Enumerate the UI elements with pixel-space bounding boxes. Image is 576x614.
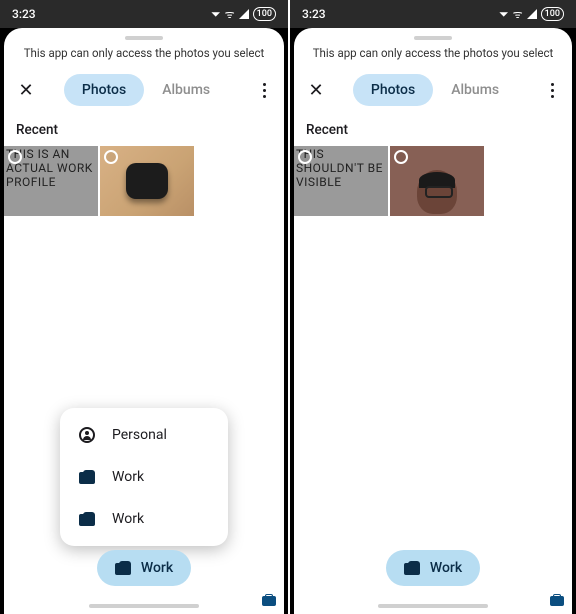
photo-grid: THIS SHOULDN'T BE VISIBLE <box>294 146 572 216</box>
battery-pill: 100 <box>253 7 276 21</box>
popup-label: Work <box>112 511 144 527</box>
drag-handle[interactable] <box>414 36 452 40</box>
picker-sheet: This app can only access the photos you … <box>4 28 284 614</box>
more-icon[interactable] <box>252 83 276 98</box>
photo-thumb[interactable]: THIS SHOULDN'T BE VISIBLE <box>294 146 388 216</box>
select-circle-icon[interactable] <box>394 150 408 164</box>
profile-switcher-popup: Personal Work Work <box>60 408 228 546</box>
section-recent: Recent <box>294 122 572 146</box>
popup-item-work[interactable]: Work <box>60 456 228 498</box>
popup-label: Work <box>112 469 144 485</box>
popup-item-personal[interactable]: Personal <box>60 414 228 456</box>
tab-photos[interactable]: Photos <box>64 74 144 106</box>
profile-chip-label: Work <box>141 560 173 576</box>
popup-item-work[interactable]: Work <box>60 498 228 540</box>
photo-grid: THIS IS AN ACTUAL WORK PROFILE <box>4 146 284 216</box>
headphone-icon: ⏷ <box>499 7 509 22</box>
selfie-face <box>417 170 457 214</box>
status-bar: 3:23 ⏷ ᯤ 100 <box>0 0 288 28</box>
earbuds-case <box>126 163 168 199</box>
signal-icon <box>527 9 537 19</box>
access-message: This app can only access the photos you … <box>294 46 572 74</box>
briefcase-icon <box>78 468 96 486</box>
signal-icon <box>239 9 249 19</box>
briefcase-icon <box>115 561 131 575</box>
right-screenshot: 3:23 ⏷ ᯤ 100 This app can only access th… <box>288 0 576 614</box>
profile-chip[interactable]: Work <box>97 550 191 586</box>
headphone-icon: ⏷ <box>211 7 221 22</box>
access-message: This app can only access the photos you … <box>4 46 284 74</box>
gesture-bar[interactable] <box>378 604 488 608</box>
status-time: 3:23 <box>12 7 36 21</box>
picker-sheet: This app can only access the photos you … <box>294 28 572 614</box>
photo-thumb[interactable] <box>100 146 194 216</box>
status-time: 3:23 <box>302 7 326 21</box>
more-icon[interactable] <box>540 83 564 98</box>
photo-thumb[interactable] <box>390 146 484 216</box>
person-icon <box>78 426 96 444</box>
section-recent: Recent <box>4 122 284 146</box>
wifi-icon: ᯤ <box>225 7 235 22</box>
status-right: ⏷ ᯤ 100 <box>211 7 276 22</box>
drag-handle[interactable] <box>125 36 163 40</box>
status-right: ⏷ ᯤ 100 <box>499 7 564 22</box>
briefcase-icon <box>550 594 564 606</box>
briefcase-icon <box>78 510 96 528</box>
select-circle-icon[interactable] <box>104 150 118 164</box>
close-icon[interactable]: ✕ <box>12 80 40 101</box>
profile-chip-label: Work <box>430 560 462 576</box>
tab-albums[interactable]: Albums <box>433 74 517 106</box>
left-screenshot: 3:23 ⏷ ᯤ 100 This app can only access th… <box>0 0 288 614</box>
tab-albums[interactable]: Albums <box>144 74 228 106</box>
select-circle-icon[interactable] <box>298 150 312 164</box>
briefcase-icon <box>404 561 420 575</box>
profile-chip[interactable]: Work <box>386 550 480 586</box>
popup-label: Personal <box>112 427 167 443</box>
battery-pill: 100 <box>541 7 564 21</box>
close-icon[interactable]: ✕ <box>302 80 330 101</box>
wifi-icon: ᯤ <box>513 7 523 22</box>
photo-thumb[interactable]: THIS IS AN ACTUAL WORK PROFILE <box>4 146 98 216</box>
status-bar: 3:23 ⏷ ᯤ 100 <box>290 0 576 28</box>
tab-photos[interactable]: Photos <box>353 74 433 106</box>
gesture-bar[interactable] <box>89 604 199 608</box>
briefcase-icon <box>262 594 276 606</box>
select-circle-icon[interactable] <box>8 150 22 164</box>
